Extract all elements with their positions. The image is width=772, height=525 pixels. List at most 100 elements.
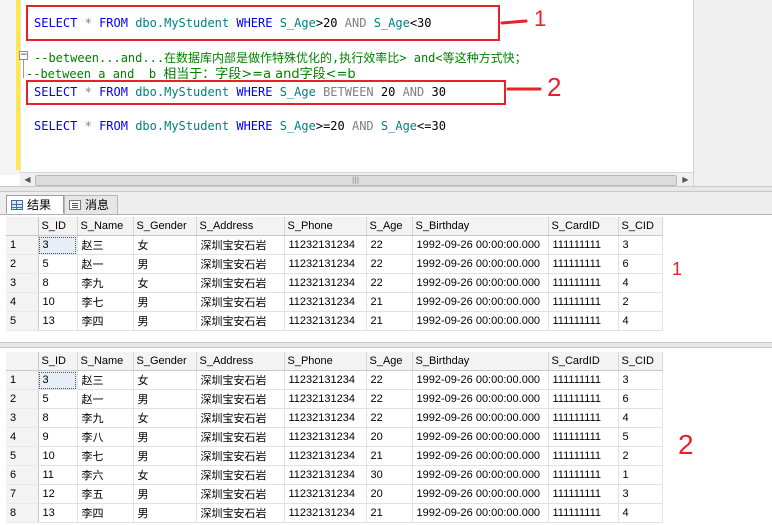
table-cell[interactable]: 22 [366,389,413,409]
table-cell[interactable]: 女 [133,273,197,293]
row-number[interactable]: 4 [6,292,39,312]
table-cell[interactable]: 4 [618,311,663,331]
table-cell[interactable]: 女 [133,370,197,390]
grid-corner-header[interactable] [6,352,39,371]
table-cell[interactable]: 李九 [77,273,134,293]
table-cell[interactable]: 深圳宝安石岩 [196,292,285,312]
row-number[interactable]: 8 [6,503,39,523]
table-cell[interactable]: 男 [133,446,197,466]
table-row[interactable]: 4 10 李七男深圳宝安石岩 11232131234 21 1992-09-26 00:0… [6,292,663,312]
column-header[interactable]: S_Gender [133,352,197,371]
table-cell[interactable]: 4 [618,408,663,428]
table-cell[interactable]: 男 [133,311,197,331]
table-cell[interactable]: 男 [133,292,197,312]
row-number[interactable]: 3 [6,408,39,428]
table-cell[interactable]: 111111111 [548,311,619,331]
table-cell[interactable]: 111111111 [548,235,619,255]
table-cell[interactable]: 1992-09-26 00:00:00.000 [412,408,549,428]
table-cell[interactable]: 11 [38,465,78,485]
table-cell[interactable]: 3 [618,235,663,255]
row-number[interactable]: 5 [6,311,39,331]
table-cell[interactable]: 11232131234 [284,292,367,312]
table-cell[interactable]: 赵三 [77,235,134,255]
table-cell[interactable]: 13 [38,311,78,331]
row-number[interactable]: 2 [6,389,39,409]
row-number[interactable]: 2 [6,254,39,274]
table-row[interactable]: 6 11 李六女深圳宝安石岩 11232131234 30 1992-09-26 00:0… [6,465,663,485]
table-cell[interactable]: 10 [38,292,78,312]
table-cell[interactable]: 22 [366,273,413,293]
table-cell[interactable]: 1992-09-26 00:00:00.000 [412,446,549,466]
table-cell[interactable]: 男 [133,389,197,409]
table-cell[interactable]: 21 [366,503,413,523]
table-cell[interactable]: 深圳宝安石岩 [196,446,285,466]
table-cell[interactable]: 20 [366,427,413,447]
table-cell[interactable]: 111111111 [548,427,619,447]
table-cell[interactable]: 深圳宝安石岩 [196,235,285,255]
table-cell[interactable]: 11232131234 [284,446,367,466]
column-header[interactable]: S_CardID [548,217,619,236]
table-cell[interactable]: 111111111 [548,465,619,485]
column-header[interactable]: S_Name [77,352,134,371]
table-cell[interactable]: 1992-09-26 00:00:00.000 [412,235,549,255]
column-header[interactable]: S_Address [196,352,285,371]
table-cell[interactable]: 1992-09-26 00:00:00.000 [412,273,549,293]
table-cell[interactable]: 22 [366,235,413,255]
column-header[interactable]: S_CID [618,217,663,236]
table-row[interactable]: 8 13 李四男深圳宝安石岩 11232131234 21 1992-09-26 00:0… [6,503,663,523]
row-number[interactable]: 4 [6,427,39,447]
table-cell[interactable]: 111111111 [548,389,619,409]
table-cell[interactable]: 21 [366,446,413,466]
column-header[interactable]: S_CID [618,352,663,371]
table-cell[interactable]: 1992-09-26 00:00:00.000 [412,292,549,312]
table-row[interactable]: 3 8 李九女深圳宝安石岩 11232131234 22 1992-09-26 00:00… [6,408,663,428]
table-cell[interactable]: 1992-09-26 00:00:00.000 [412,484,549,504]
column-header[interactable]: S_Birthday [412,352,549,371]
table-row[interactable]: 4 9 李八男深圳宝安石岩 11232131234 20 1992-09-26 00:00… [6,427,663,447]
column-header[interactable]: S_Age [366,217,413,236]
results-grid-2[interactable]: S_ID S_Name S_Gender S_Address S_Phone S_Age S… [6,352,663,523]
table-cell[interactable]: 11232131234 [284,235,367,255]
row-number[interactable]: 5 [6,446,39,466]
column-header[interactable]: S_Name [77,217,134,236]
table-cell[interactable]: 11232131234 [284,408,367,428]
table-cell[interactable]: 女 [133,465,197,485]
row-number[interactable]: 1 [6,370,39,390]
sql-editor[interactable]: − SELECT * FROM dbo.MyStudent WHERE S_Ag… [0,0,772,186]
horizontal-scrollbar[interactable]: ◀ ||| ▶ [20,172,693,186]
table-row[interactable]: 1 3 赵三女深圳宝安石岩 11232131234 22 1992-09-26 00:00… [6,370,663,390]
scroll-right-icon[interactable]: ▶ [679,174,692,186]
table-cell[interactable]: 男 [133,254,197,274]
table-cell[interactable]: 6 [618,254,663,274]
table-cell[interactable]: 10 [38,446,78,466]
table-cell[interactable]: 11232131234 [284,389,367,409]
table-cell[interactable]: 女 [133,235,197,255]
table-cell[interactable]: 11232131234 [284,370,367,390]
table-cell[interactable]: 深圳宝安石岩 [196,370,285,390]
table-cell[interactable]: 5 [38,254,78,274]
table-cell[interactable]: 1992-09-26 00:00:00.000 [412,465,549,485]
table-cell[interactable]: 1992-09-26 00:00:00.000 [412,254,549,274]
table-cell[interactable]: 111111111 [548,503,619,523]
table-cell[interactable]: 女 [133,408,197,428]
table-row[interactable]: 5 10 李七男深圳宝安石岩 11232131234 21 1992-09-26 00:0… [6,446,663,466]
collapse-toggle-icon[interactable]: − [19,51,28,60]
table-cell[interactable]: 111111111 [548,408,619,428]
table-cell[interactable]: 12 [38,484,78,504]
table-cell[interactable]: 深圳宝安石岩 [196,503,285,523]
table-cell[interactable]: 赵一 [77,254,134,274]
table-cell[interactable]: 李七 [77,292,134,312]
comment-line-1[interactable]: --between...and...在数据库内部是做作特殊优化的,执行效率比> … [34,51,527,65]
table-cell[interactable]: 11232131234 [284,427,367,447]
table-row[interactable]: 5 13 李四男深圳宝安石岩 11232131234 21 1992-09-26 00:0… [6,311,663,331]
table-cell[interactable]: 11232131234 [284,465,367,485]
table-cell[interactable]: 13 [38,503,78,523]
row-number[interactable]: 3 [6,273,39,293]
row-number[interactable]: 7 [6,484,39,504]
table-cell[interactable]: 6 [618,389,663,409]
table-cell[interactable]: 李九 [77,408,134,428]
table-cell[interactable]: 30 [366,465,413,485]
table-cell[interactable]: 22 [366,408,413,428]
column-header[interactable]: S_Gender [133,217,197,236]
table-cell[interactable]: 李四 [77,503,134,523]
